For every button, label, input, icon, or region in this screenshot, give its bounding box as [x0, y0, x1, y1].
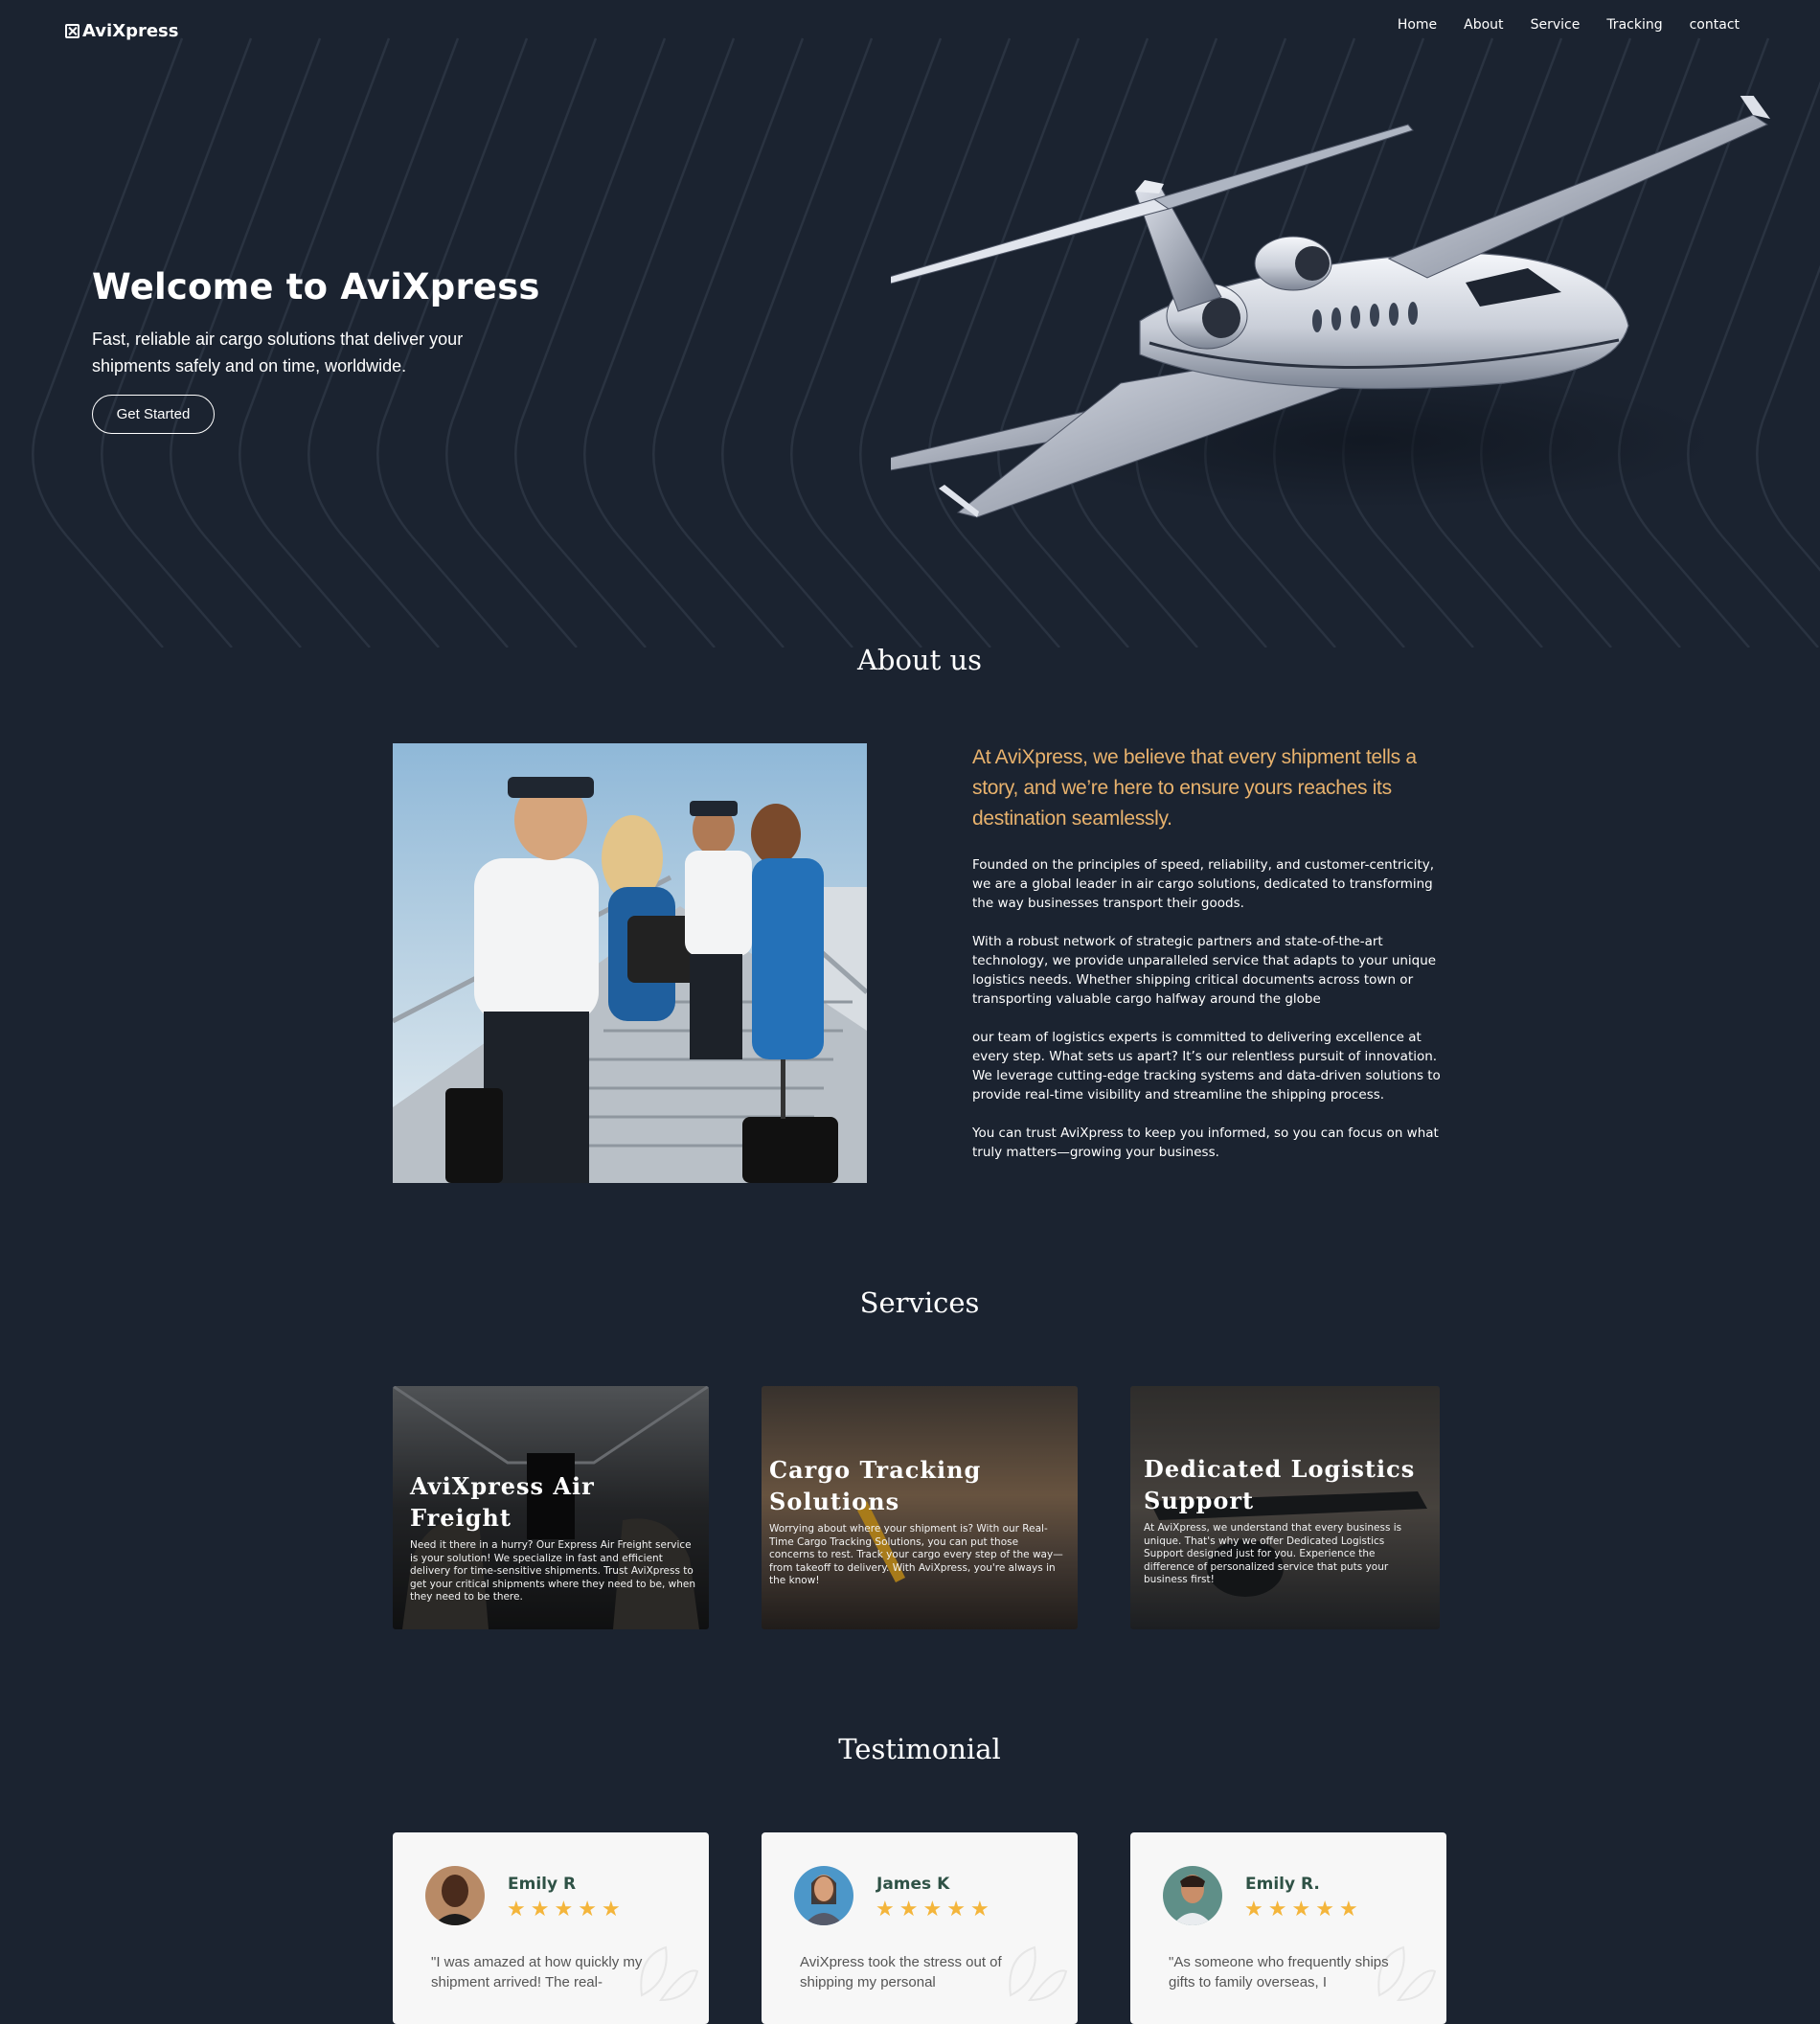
hero-pattern-line	[514, 37, 667, 648]
service-card-cargo-tracking[interactable]: Cargo Tracking Solutions Worrying about …	[762, 1386, 1078, 1629]
about-paragraph: our team of logistics experts is committ…	[972, 1030, 1441, 1103]
hero-subtitle: Fast, reliable air cargo solutions that …	[92, 330, 464, 375]
star-icon: ★	[601, 1897, 621, 1921]
about-lead: At AviXpress, we believe that every ship…	[972, 746, 1417, 830]
jet-plane-image	[891, 96, 1770, 518]
get-started-button[interactable]: Get Started	[92, 395, 215, 434]
hero-pattern-line	[721, 37, 874, 648]
star-rating: ★ ★ ★ ★ ★	[1244, 1899, 1358, 1920]
star-icon: ★	[507, 1897, 526, 1921]
testimonial-name: Emily R.	[1245, 1875, 1320, 1894]
about-paragraph: With a robust network of strategic partn…	[972, 934, 1437, 1007]
about-heading: About us	[856, 644, 983, 676]
star-icon: ★	[922, 1897, 943, 1921]
testimonial-card: Emily R. ★ ★ ★ ★ ★ "As someone who frequ…	[1130, 1832, 1446, 2024]
service-card-logistics-support[interactable]: Dedicated Logistics Support At AviXpress…	[1130, 1386, 1440, 1629]
star-icon: ★	[876, 1897, 895, 1921]
about-crew-photo	[393, 743, 867, 1183]
nav-link-contact[interactable]: contact	[1690, 17, 1740, 33]
nav-link-tracking[interactable]: Tracking	[1606, 17, 1662, 33]
star-icon: ★	[946, 1897, 966, 1921]
star-icon: ★	[1315, 1897, 1334, 1921]
services-heading: Services	[859, 1286, 980, 1319]
hero-pattern-line	[583, 37, 736, 648]
testimonial-heading: Testimonial	[838, 1733, 1001, 1765]
star-icon: ★	[554, 1897, 574, 1921]
about-paragraph: Founded on the principles of speed, reli…	[972, 857, 1435, 911]
service-title: Dedicated Logistics Support	[1144, 1455, 1416, 1514]
service-description: At AviXpress, we understand that every b…	[1144, 1522, 1402, 1585]
brand-logo[interactable]: AviXpress	[65, 21, 178, 41]
testimonial-card: Emily R ★ ★ ★ ★ ★ "I was amazed at how q…	[393, 1832, 709, 2024]
star-icon: ★	[1244, 1897, 1263, 1921]
testimonial-card: James K ★ ★ ★ ★ ★ AviXpress took the str…	[762, 1832, 1078, 2024]
testimonial-name: James K	[876, 1875, 950, 1894]
star-icon: ★	[1338, 1897, 1358, 1921]
hero-title: Welcome to AviXpress	[92, 266, 540, 307]
about-text-block: At AviXpress, we believe that every ship…	[972, 742, 1451, 1181]
star-rating: ★ ★ ★ ★ ★	[507, 1899, 621, 1920]
service-title: AviXpress Air Freight	[410, 1472, 595, 1532]
avatar	[1163, 1866, 1222, 1925]
nav-link-about[interactable]: About	[1464, 17, 1503, 33]
hero-pattern-line	[652, 37, 805, 648]
star-icon: ★	[969, 1897, 990, 1921]
nav-link-home[interactable]: Home	[1398, 17, 1437, 33]
testimonial-name: Emily R	[508, 1875, 577, 1894]
service-description: Need it there in a hurry? Our Express Ai…	[410, 1539, 695, 1603]
service-card-air-freight[interactable]: AviXpress Air Freight Need it there in a…	[393, 1386, 709, 1629]
service-description: Worrying about where your shipment is? W…	[769, 1523, 1063, 1586]
top-navigation: AviXpress Home About Service Tracking co…	[0, 0, 1820, 61]
service-card-body: AviXpress Air Freight Need it there in a…	[410, 1470, 695, 1604]
avatar	[425, 1866, 485, 1925]
star-rating: ★ ★ ★ ★ ★	[876, 1899, 990, 1920]
nav-links: Home About Service Tracking contact	[1398, 17, 1740, 33]
brand-name: AviXpress	[82, 21, 179, 41]
star-icon: ★	[899, 1897, 919, 1921]
avatar	[794, 1866, 853, 1925]
service-title: Cargo Tracking Solutions	[769, 1456, 982, 1515]
star-icon: ★	[530, 1897, 550, 1921]
star-icon: ★	[1291, 1897, 1311, 1921]
about-paragraph: You can trust AviXpress to keep you info…	[972, 1126, 1439, 1160]
nav-link-service[interactable]: Service	[1531, 17, 1581, 33]
star-icon: ★	[578, 1897, 597, 1921]
service-card-body: Cargo Tracking Solutions Worrying about …	[769, 1454, 1064, 1588]
service-card-body: Dedicated Logistics Support At AviXpress…	[1144, 1453, 1426, 1587]
star-icon: ★	[1267, 1897, 1287, 1921]
logo-x-icon	[65, 24, 80, 38]
hero-section: Welcome to AviXpress Fast, reliable air …	[0, 0, 1820, 648]
